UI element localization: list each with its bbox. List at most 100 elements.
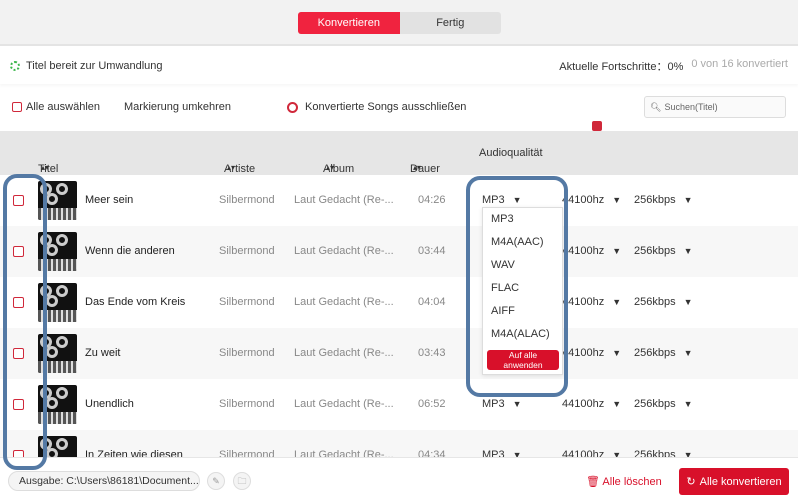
song-title: Unendlich — [85, 398, 134, 410]
top-bar: Konvertieren Fertig — [0, 0, 798, 46]
format-option[interactable]: WAV — [483, 254, 562, 277]
select-all-button[interactable]: Alle auswählen — [12, 101, 100, 113]
format-select[interactable]: MP3▼ — [482, 449, 522, 457]
album-cover — [38, 283, 77, 322]
album-cover — [38, 232, 77, 271]
song-list: Meer sein Silbermond Laut Gedacht (Re-..… — [0, 175, 798, 457]
song-album: Laut Gedacht (Re-... — [294, 347, 394, 359]
song-duration: 03:43 — [418, 347, 446, 359]
table-row: Wenn die anderen Silbermond Laut Gedacht… — [0, 226, 798, 277]
chevron-down-icon: ▼ — [512, 399, 522, 409]
table-row: Meer sein Silbermond Laut Gedacht (Re-..… — [0, 175, 798, 226]
bitrate-select[interactable]: 256kbps ▼ — [634, 194, 693, 206]
album-cover — [38, 385, 77, 424]
table-header: Titel ▴▾ Artiste ▴▾ Album ▴▾ Dauer ▴▾ Audioq… — [0, 131, 798, 175]
row-checkbox[interactable] — [13, 348, 24, 359]
output-path[interactable]: Ausgabe: C:\Users\86181\Document... — [8, 471, 200, 491]
song-artist: Silbermond — [219, 245, 275, 257]
chevron-down-icon: ▼ — [683, 195, 693, 205]
song-album: Laut Gedacht (Re-... — [294, 449, 394, 457]
format-select[interactable]: MP3▼ — [482, 194, 522, 206]
song-duration: 03:44 — [418, 245, 446, 257]
format-select[interactable]: MP3▼ — [482, 398, 522, 410]
sort-icon: ▴▾ — [41, 163, 50, 172]
search-placeholder: Suchen(Titel) — [664, 102, 718, 112]
sort-icon: ▴▾ — [227, 163, 236, 172]
song-title: Das Ende vom Kreis — [85, 296, 186, 308]
song-duration: 06:52 — [418, 398, 446, 410]
converted-count: 0 von 16 konvertiert — [691, 58, 788, 70]
chevron-down-icon: ▼ — [683, 348, 693, 358]
song-title: Wenn die anderen — [85, 245, 175, 257]
ready-text: Titel bereit zur Umwandlung — [26, 60, 163, 72]
bitrate-select[interactable]: 256kbps ▼ — [634, 449, 693, 457]
invert-label: Markierung umkehren — [124, 101, 231, 113]
tab-konvertieren[interactable]: Konvertieren — [298, 12, 400, 34]
song-album: Laut Gedacht (Re-... — [294, 398, 394, 410]
album-cover — [38, 334, 77, 373]
row-checkbox[interactable] — [13, 399, 24, 410]
samplerate-select[interactable]: 44100hz ▼ — [562, 449, 621, 457]
samplerate-select[interactable]: 44100hz ▼ — [562, 194, 621, 206]
invert-selection-button[interactable]: Markierung umkehren — [110, 101, 602, 131]
chevron-down-icon: ▼ — [683, 399, 693, 409]
samplerate-select[interactable]: 44100hz ▼ — [562, 347, 621, 359]
bitrate-select[interactable]: 256kbps ▼ — [634, 347, 693, 359]
chevron-down-icon: ▼ — [612, 195, 622, 205]
refresh-icon: ↻ — [686, 476, 696, 488]
status-bar: Titel bereit zur Umwandlung Aktuelle For… — [0, 48, 798, 84]
samplerate-select[interactable]: 44100hz ▼ — [562, 398, 621, 410]
progress-value: 0% — [667, 61, 684, 73]
song-album: Laut Gedacht (Re-... — [294, 245, 394, 257]
table-row: In Zeiten wie diesen Silbermond Laut Ged… — [0, 430, 798, 457]
album-cover — [38, 436, 77, 457]
exclude-converted-toggle[interactable]: Konvertierte Songs ausschließen — [241, 101, 466, 113]
song-artist: Silbermond — [219, 449, 275, 457]
row-checkbox[interactable] — [13, 195, 24, 206]
table-row: Das Ende vom Kreis Silbermond Laut Gedac… — [0, 277, 798, 328]
edit-icon[interactable]: ✎ — [207, 472, 225, 490]
format-option[interactable]: MP3 — [483, 208, 562, 231]
chevron-down-icon: ▼ — [512, 195, 522, 205]
format-option[interactable]: FLAC — [483, 277, 562, 300]
table-row: Unendlich Silbermond Laut Gedacht (Re-..… — [0, 379, 798, 430]
samplerate-select[interactable]: 44100hz ▼ — [562, 245, 621, 257]
song-title: In Zeiten wie diesen — [85, 449, 183, 457]
search-input[interactable]: 🔍︎ Suchen(Titel) — [644, 96, 786, 118]
format-option[interactable]: M4A(AAC) — [483, 231, 562, 254]
chevron-down-icon: ▼ — [612, 348, 622, 358]
song-artist: Silbermond — [219, 296, 275, 308]
row-checkbox[interactable] — [13, 246, 24, 257]
song-duration: 04:04 — [418, 296, 446, 308]
bitrate-select[interactable]: 256kbps ▼ — [634, 296, 693, 308]
song-album: Laut Gedacht (Re-... — [294, 296, 394, 308]
bitrate-select[interactable]: 256kbps ▼ — [634, 245, 693, 257]
checkbox-icon — [12, 102, 22, 112]
convert-all-button[interactable]: ↻ Alle konvertieren — [679, 468, 789, 495]
chevron-down-icon: ▼ — [683, 297, 693, 307]
bitrate-select[interactable]: 256kbps ▼ — [634, 398, 693, 410]
chevron-down-icon: ▼ — [612, 297, 622, 307]
footer: Ausgabe: C:\Users\86181\Document... ✎ 🗀︎… — [0, 457, 798, 504]
folder-icon[interactable]: 🗀︎ — [233, 472, 251, 490]
format-option[interactable]: M4A(ALAC) — [483, 323, 562, 346]
progress-label: Aktuelle Fortschritte： — [559, 61, 668, 73]
loading-icon — [10, 61, 20, 71]
chevron-down-icon: ▼ — [512, 450, 522, 457]
checkbox-checked-icon — [592, 121, 602, 131]
chevron-down-icon: ▼ — [612, 399, 622, 409]
format-dropdown: MP3 M4A(AAC) WAV FLAC AIFF M4A(ALAC) Auf… — [482, 207, 563, 375]
song-title: Zu weit — [85, 347, 121, 359]
table-row: Zu weit Silbermond Laut Gedacht (Re-... … — [0, 328, 798, 379]
song-duration: 04:26 — [418, 194, 446, 206]
row-checkbox[interactable] — [13, 450, 24, 457]
format-option[interactable]: AIFF — [483, 300, 562, 323]
tab-fertig[interactable]: Fertig — [400, 12, 502, 34]
apply-to-all-button[interactable]: Auf alle anwenden — [487, 350, 559, 370]
song-artist: Silbermond — [219, 347, 275, 359]
col-quality: Audioqualität — [479, 147, 543, 159]
song-artist: Silbermond — [219, 398, 275, 410]
row-checkbox[interactable] — [13, 297, 24, 308]
samplerate-select[interactable]: 44100hz ▼ — [562, 296, 621, 308]
delete-all-button[interactable]: 🗑︎ Alle löschen — [586, 475, 662, 488]
